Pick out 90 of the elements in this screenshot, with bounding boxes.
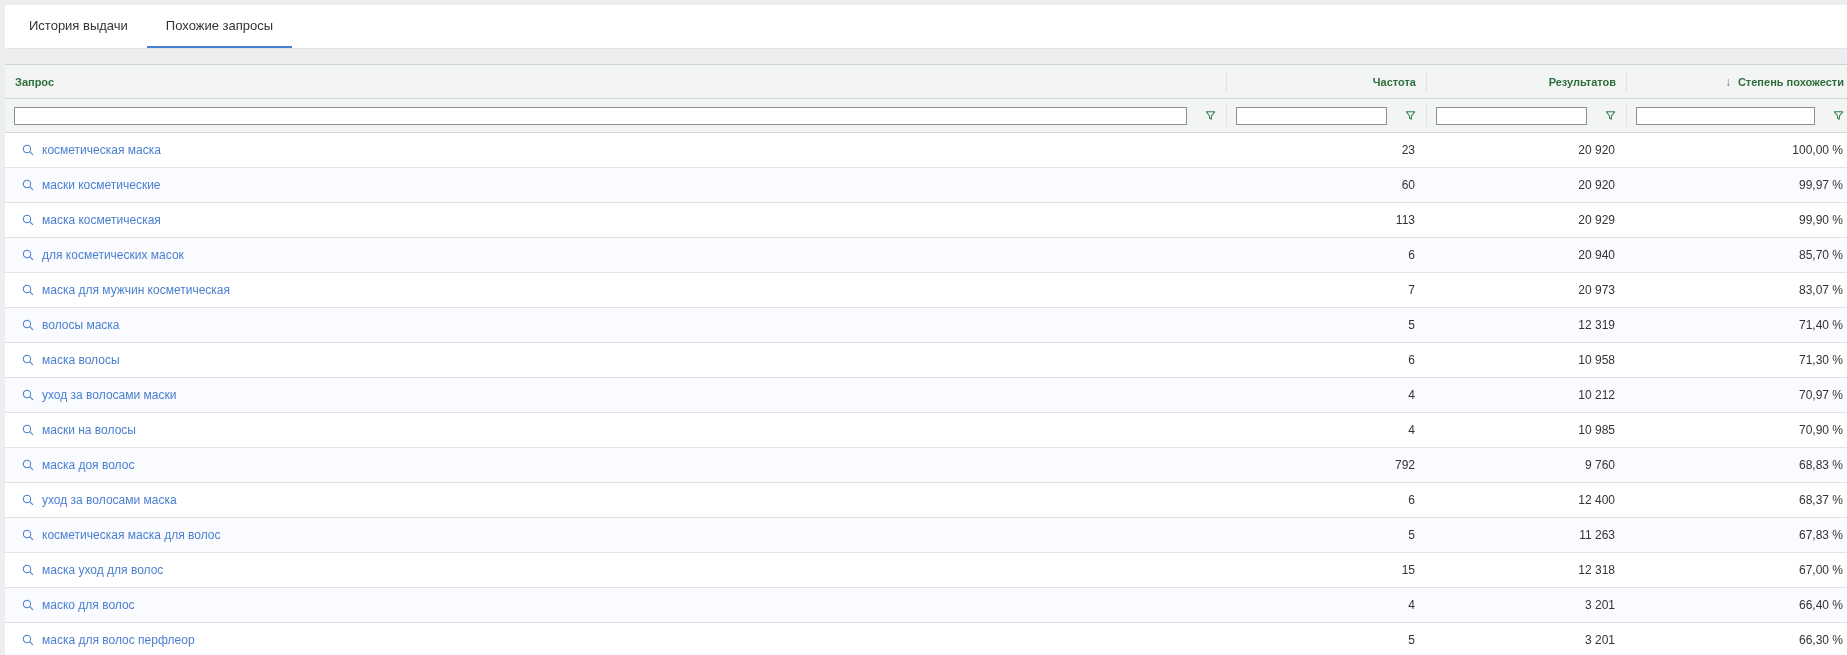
- frequency-cell: 5: [1408, 633, 1415, 647]
- search-icon[interactable]: [22, 214, 34, 226]
- similarity-cell: 71,40 %: [1798, 318, 1843, 332]
- frequency-cell: 60: [1401, 178, 1415, 192]
- column-header[interactable]: Степень похожести: [1737, 75, 1844, 88]
- column-header[interactable]: Частота: [1372, 75, 1416, 88]
- query-link[interactable]: косметическая маска: [42, 143, 161, 157]
- filter-icon[interactable]: [1405, 110, 1416, 121]
- search-icon[interactable]: [22, 424, 34, 436]
- query-link[interactable]: маска для мужчин косметическая: [42, 283, 230, 297]
- results-cell: 11 263: [1579, 528, 1615, 542]
- filter-field[interactable]: [1636, 106, 1815, 125]
- search-icon[interactable]: [22, 144, 34, 156]
- frequency-cell: 5: [1408, 528, 1415, 542]
- filter-field[interactable]: [1236, 106, 1387, 125]
- frequency-cell: 4: [1408, 388, 1415, 402]
- results-cell: 12 318: [1578, 563, 1615, 577]
- similarity-cell: 99,90 %: [1798, 213, 1843, 227]
- filter-icon[interactable]: [1833, 110, 1844, 121]
- similarity-cell: 99,97 %: [1798, 178, 1843, 192]
- filter-field[interactable]: [1436, 106, 1587, 125]
- search-icon[interactable]: [22, 179, 34, 191]
- similarity-cell: 67,00 %: [1798, 563, 1843, 577]
- query-link[interactable]: маска для волос перфлеор: [42, 633, 195, 647]
- results-cell: 10 212: [1578, 388, 1615, 402]
- similarity-cell: 70,90 %: [1798, 423, 1843, 437]
- filter-icon[interactable]: [1605, 110, 1616, 121]
- similarity-cell: 67,83 %: [1798, 528, 1843, 542]
- tab[interactable]: Похожие запросы: [146, 5, 293, 48]
- results-cell: 10 958: [1578, 353, 1615, 367]
- query-link[interactable]: косметическая маска для волос: [42, 528, 221, 542]
- query-link[interactable]: маски на волосы: [42, 423, 136, 437]
- frequency-cell: 4: [1408, 423, 1415, 437]
- similarity-cell: 83,07 %: [1798, 283, 1843, 297]
- frequency-cell: 6: [1408, 248, 1415, 262]
- similarity-cell: 100,00 %: [1792, 143, 1843, 157]
- query-link[interactable]: маска косметическая: [42, 213, 161, 227]
- results-cell: 3 201: [1584, 598, 1615, 612]
- search-icon[interactable]: [22, 599, 34, 611]
- search-icon[interactable]: [22, 319, 34, 331]
- search-icon[interactable]: [22, 249, 34, 261]
- search-icon[interactable]: [22, 459, 34, 471]
- frequency-cell: 7: [1408, 283, 1415, 297]
- frequency-cell: 4: [1408, 598, 1415, 612]
- similarity-cell: 66,40 %: [1798, 598, 1843, 612]
- results-cell: 20 940: [1578, 248, 1615, 262]
- frequency-cell: 5: [1408, 318, 1415, 332]
- results-cell: 10 985: [1578, 423, 1615, 437]
- similarity-cell: 66,30 %: [1798, 633, 1843, 647]
- similarity-cell: 68,37 %: [1798, 493, 1843, 507]
- filter-icon[interactable]: [1205, 110, 1216, 121]
- frequency-cell: 113: [1395, 213, 1415, 227]
- query-link[interactable]: уход за волосами маска: [42, 493, 177, 507]
- column-header[interactable]: Запрос: [15, 75, 55, 88]
- column-header[interactable]: Результатов: [1548, 75, 1616, 88]
- filter-field[interactable]: [14, 106, 1187, 125]
- search-icon[interactable]: [22, 284, 34, 296]
- search-icon[interactable]: [22, 389, 34, 401]
- query-link[interactable]: волосы маска: [42, 318, 120, 332]
- search-icon[interactable]: [22, 529, 34, 541]
- similarity-cell: 70,97 %: [1798, 388, 1843, 402]
- query-link[interactable]: маска доя волос: [42, 458, 135, 472]
- search-icon[interactable]: [22, 354, 34, 366]
- results-cell: 3 201: [1584, 633, 1615, 647]
- frequency-cell: 23: [1401, 143, 1415, 157]
- query-link[interactable]: маска волосы: [42, 353, 120, 367]
- results-cell: 12 400: [1578, 493, 1615, 507]
- query-link[interactable]: для косметических масок: [42, 248, 184, 262]
- results-cell: 12 319: [1578, 318, 1615, 332]
- results-cell: 20 920: [1578, 178, 1615, 192]
- query-link[interactable]: маски косметические: [42, 178, 161, 192]
- similarity-cell: 71,30 %: [1798, 353, 1843, 367]
- results-cell: 9 760: [1584, 458, 1615, 472]
- tab[interactable]: История выдачи: [10, 5, 147, 48]
- sort-arrow-icon[interactable]: ↓: [1724, 74, 1731, 89]
- similarity-cell: 85,70 %: [1798, 248, 1843, 262]
- query-link[interactable]: маска уход для волос: [42, 563, 164, 577]
- frequency-cell: 15: [1401, 563, 1415, 577]
- results-cell: 20 920: [1578, 143, 1615, 157]
- frequency-cell: 792: [1394, 458, 1415, 472]
- query-link[interactable]: уход за волосами маски: [42, 388, 177, 402]
- frequency-cell: 6: [1408, 493, 1415, 507]
- similarity-cell: 68,83 %: [1798, 458, 1843, 472]
- results-cell: 20 973: [1578, 283, 1615, 297]
- results-cell: 20 929: [1578, 213, 1615, 227]
- search-icon[interactable]: [22, 564, 34, 576]
- search-icon[interactable]: [22, 634, 34, 646]
- search-icon[interactable]: [22, 494, 34, 506]
- query-link[interactable]: маско для волос: [42, 598, 135, 612]
- frequency-cell: 6: [1408, 353, 1415, 367]
